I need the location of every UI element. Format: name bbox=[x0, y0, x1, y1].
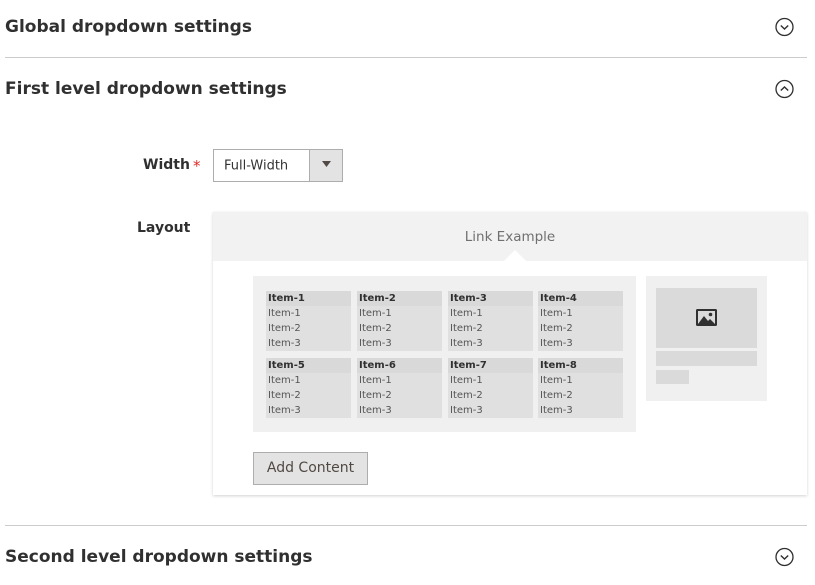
column-header: Item-5 bbox=[266, 358, 351, 373]
column-item: Item-3 bbox=[538, 336, 623, 351]
column-header: Item-1 bbox=[266, 291, 351, 306]
image-content-block bbox=[646, 276, 767, 401]
column-item: Item-2 bbox=[448, 321, 533, 336]
add-content-button[interactable]: Add Content bbox=[253, 452, 368, 485]
section-title[interactable]: First level dropdown settings bbox=[5, 79, 287, 99]
column-item: Item-1 bbox=[266, 373, 351, 388]
column-item: Item-1 bbox=[448, 373, 533, 388]
link-example-text[interactable]: Link Example bbox=[213, 229, 807, 245]
caret-pointer-icon bbox=[504, 250, 526, 261]
column-item: Item-3 bbox=[448, 403, 533, 418]
column-item: Item-1 bbox=[266, 306, 351, 321]
column-item: Item-2 bbox=[266, 321, 351, 336]
section-title[interactable]: Global dropdown settings bbox=[5, 17, 252, 37]
triangle-down-icon[interactable] bbox=[309, 150, 342, 181]
section-first-header[interactable]: First level dropdown settings bbox=[5, 69, 807, 109]
column-item: Item-3 bbox=[357, 403, 442, 418]
column-item: Item-1 bbox=[538, 306, 623, 321]
dropdown-items-grid: Item-1 Item-1 Item-2 Item-3 Item-2 Item-… bbox=[253, 276, 636, 432]
column-header: Item-7 bbox=[448, 358, 533, 373]
column-item: Item-3 bbox=[448, 336, 533, 351]
image-caption-line bbox=[656, 351, 757, 366]
column-item: Item-1 bbox=[448, 306, 533, 321]
item-column: Item-2 Item-1 Item-2 Item-3 bbox=[357, 291, 442, 351]
column-item: Item-1 bbox=[538, 373, 623, 388]
item-column: Item-1 Item-1 Item-2 Item-3 bbox=[266, 291, 351, 351]
section-title[interactable]: Second level dropdown settings bbox=[5, 547, 313, 567]
column-item: Item-1 bbox=[357, 306, 442, 321]
section-global-header[interactable]: Global dropdown settings bbox=[5, 7, 807, 47]
section-divider bbox=[5, 57, 807, 58]
item-column: Item-6 Item-1 Item-2 Item-3 bbox=[357, 358, 442, 418]
column-item: Item-2 bbox=[538, 388, 623, 403]
column-header: Item-3 bbox=[448, 291, 533, 306]
column-header: Item-2 bbox=[357, 291, 442, 306]
image-caption-short-line bbox=[656, 370, 689, 384]
column-item: Item-2 bbox=[357, 321, 442, 336]
chevron-down-circle-icon[interactable] bbox=[775, 17, 794, 37]
column-item: Item-2 bbox=[448, 388, 533, 403]
column-item: Item-1 bbox=[357, 373, 442, 388]
item-column: Item-7 Item-1 Item-2 Item-3 bbox=[448, 358, 533, 418]
image-placeholder bbox=[656, 288, 757, 348]
layout-label: Layout bbox=[137, 220, 191, 236]
item-column: Item-8 Item-1 Item-2 Item-3 bbox=[538, 358, 623, 418]
chevron-down-circle-icon[interactable] bbox=[775, 547, 794, 567]
column-item: Item-3 bbox=[266, 403, 351, 418]
item-column: Item-5 Item-1 Item-2 Item-3 bbox=[266, 358, 351, 418]
column-item: Item-3 bbox=[357, 336, 442, 351]
width-label: Width bbox=[143, 157, 190, 173]
required-mark: * bbox=[193, 157, 201, 175]
section-divider bbox=[5, 525, 807, 526]
chevron-up-circle-icon[interactable] bbox=[775, 79, 794, 99]
item-column: Item-4 Item-1 Item-2 Item-3 bbox=[538, 291, 623, 351]
layout-preview-panel: Link Example Item-1 Item-1 Item-2 Item-3… bbox=[213, 212, 807, 495]
column-header: Item-4 bbox=[538, 291, 623, 306]
item-column: Item-3 Item-1 Item-2 Item-3 bbox=[448, 291, 533, 351]
column-header: Item-6 bbox=[357, 358, 442, 373]
column-header: Item-8 bbox=[538, 358, 623, 373]
column-item: Item-2 bbox=[266, 388, 351, 403]
column-item: Item-2 bbox=[538, 321, 623, 336]
width-select-value[interactable]: Full-Width bbox=[224, 158, 288, 173]
width-select[interactable]: Full-Width bbox=[213, 149, 343, 182]
column-item: Item-3 bbox=[538, 403, 623, 418]
image-icon bbox=[696, 309, 717, 326]
column-item: Item-3 bbox=[266, 336, 351, 351]
column-item: Item-2 bbox=[357, 388, 442, 403]
section-second-header[interactable]: Second level dropdown settings bbox=[5, 537, 807, 577]
